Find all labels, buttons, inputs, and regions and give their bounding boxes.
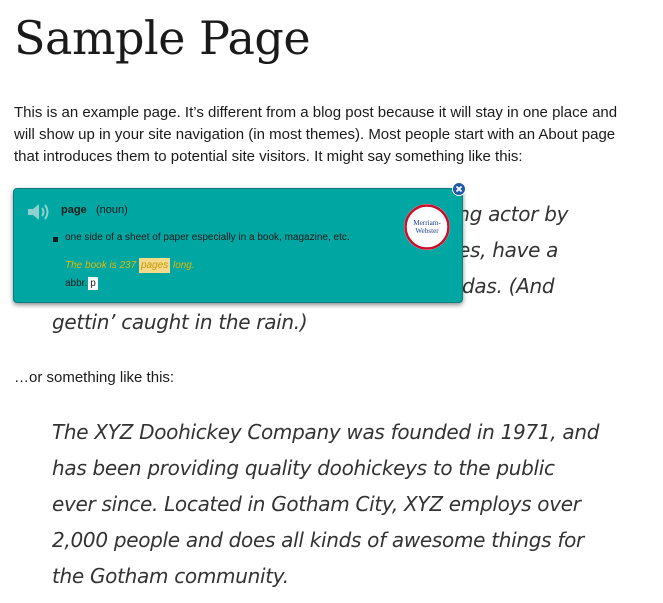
- speaker-icon[interactable]: [26, 201, 50, 223]
- headword: page: [61, 204, 87, 216]
- logo-line-1: Merriam-: [413, 219, 441, 227]
- quote-line: has been providing quality doohickeys to…: [52, 456, 555, 480]
- quote-line: 2,000 people and does all kinds of aweso…: [52, 528, 584, 552]
- merriam-webster-logo[interactable]: Merriam- Webster: [403, 203, 451, 251]
- dictionary-popup: page (noun) one side of a sheet of paper…: [13, 188, 463, 303]
- abbreviation-value: p: [88, 277, 98, 290]
- intro-paragraph: This is an example page. It’s different …: [14, 104, 618, 165]
- example-after: long.: [170, 260, 195, 271]
- quote-line: The XYZ Doohickey Company was founded in…: [52, 420, 600, 444]
- quote-line: gettin’ caught in the rain.): [52, 310, 308, 334]
- logo-line-2: Webster: [415, 227, 439, 235]
- page-title: Sample Page: [14, 11, 311, 65]
- definition-bullet: [53, 237, 58, 242]
- example-highlight: pages: [138, 258, 171, 273]
- close-icon[interactable]: [452, 182, 466, 196]
- quote-line: ever since. Located in Gotham City, XYZ …: [52, 492, 581, 516]
- example-before: The book is 237: [65, 260, 139, 271]
- company-quote: The XYZ Doohickey Company was founded in…: [52, 414, 612, 594]
- example-sentence: The book is 237 pages long.: [65, 258, 195, 273]
- transition-text: …or something like this:: [14, 369, 175, 386]
- abbreviation: abbr. p: [65, 277, 98, 290]
- quote-line: the Gotham community.: [52, 564, 289, 588]
- abbreviation-label: abbr.: [65, 278, 88, 289]
- part-of-speech: (noun): [96, 204, 128, 216]
- definition-text: one side of a sheet of paper especially …: [65, 232, 350, 243]
